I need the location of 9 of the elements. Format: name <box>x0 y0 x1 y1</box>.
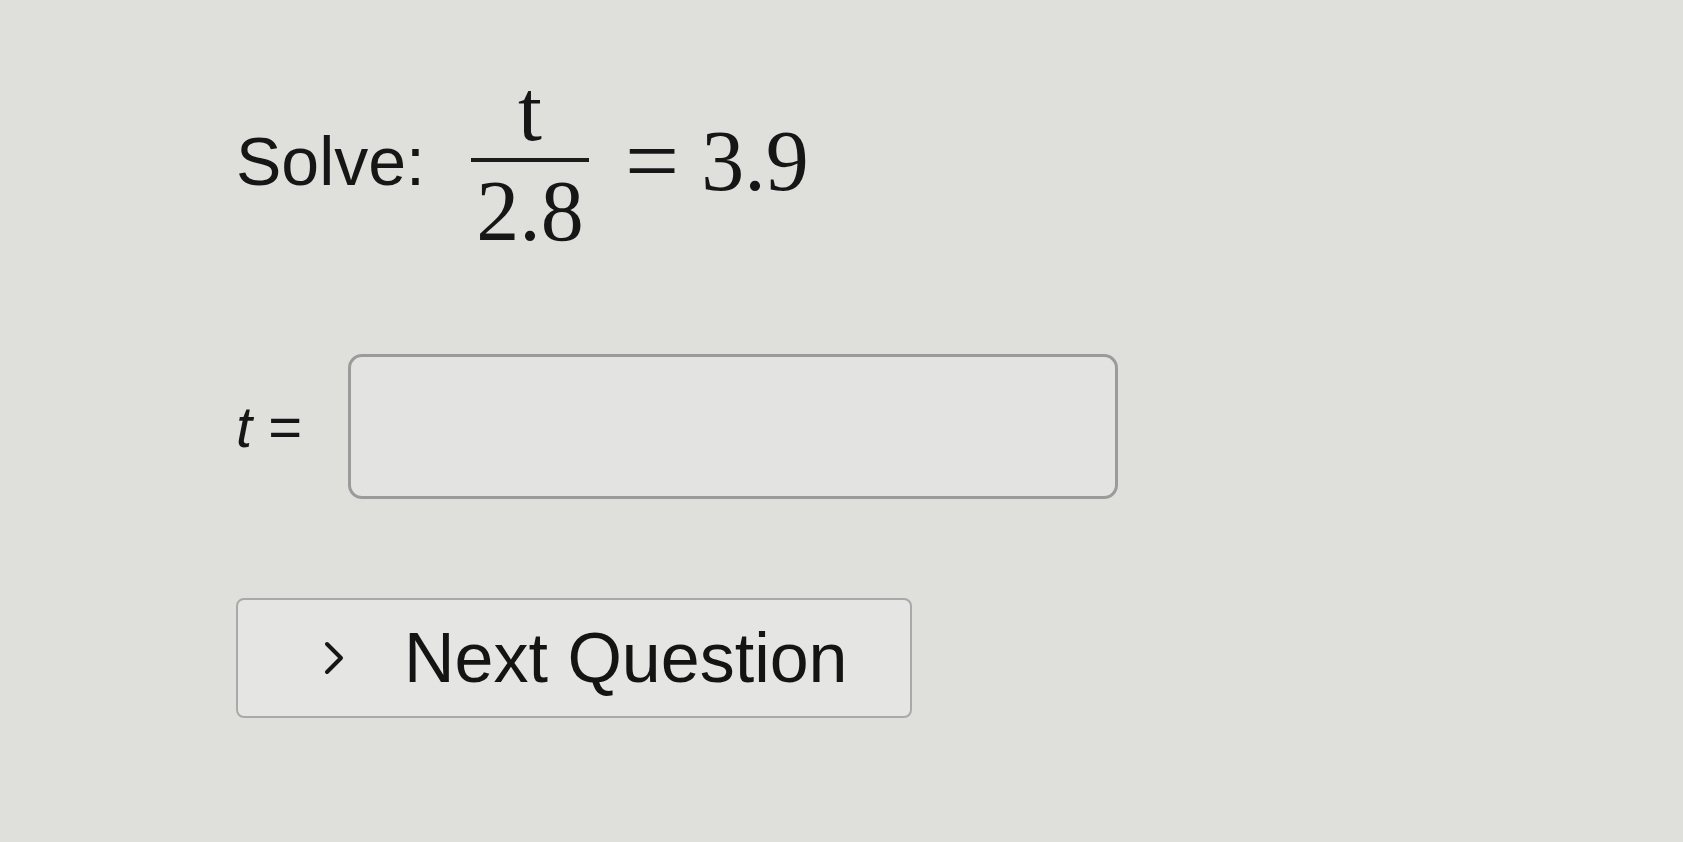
answer-box[interactable] <box>348 354 1119 499</box>
chevron-icon <box>324 641 344 675</box>
fraction-denominator: 2.8 <box>476 168 584 254</box>
answer-label: t = <box>236 397 303 456</box>
equation-right-side: 3.9 <box>701 118 809 204</box>
equals-sign: = <box>625 113 680 209</box>
fraction-numerator: t <box>518 68 542 154</box>
solve-label: Solve: <box>236 127 425 195</box>
next-question-button[interactable]: Next Question <box>236 598 912 718</box>
